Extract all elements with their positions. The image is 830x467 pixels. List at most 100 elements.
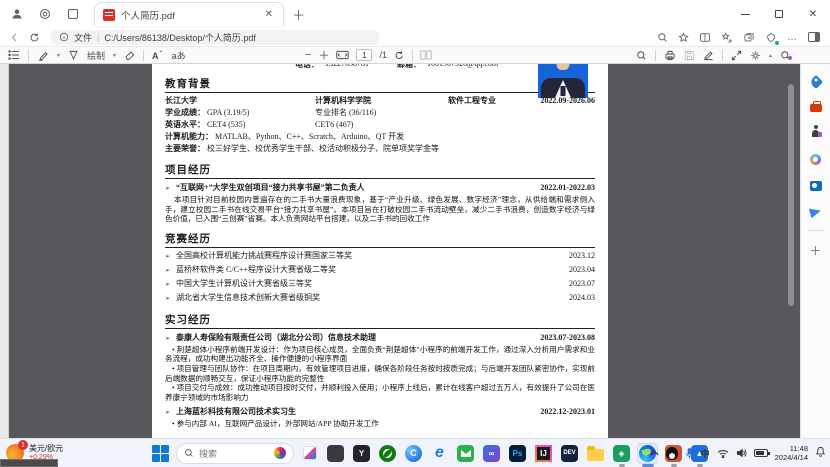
taskbar-center: 搜索 Y C e ∞ Ps IJ DEV ◈ P ▲: [150, 443, 710, 464]
zoom-out-icon[interactable]: −: [305, 49, 311, 61]
tab-actions-icon[interactable]: [62, 4, 84, 24]
taskbar-clock[interactable]: 11:48 2024/4/14: [775, 444, 808, 462]
address-scheme: 文件: [74, 31, 92, 44]
app-paint[interactable]: [299, 443, 320, 464]
shopping-tag-icon[interactable]: [808, 74, 823, 89]
section-project-header: 项目经历: [165, 162, 595, 179]
draw-label[interactable]: 绘制: [87, 49, 105, 62]
sidebar-divider: [808, 230, 824, 231]
sidebar-add-icon[interactable]: ＋: [809, 242, 821, 259]
pdf-viewer-area: 电话： 13227058781 邮箱： 1001907520@qq.com 教育…: [0, 64, 830, 438]
fit-to-width-icon[interactable]: [336, 50, 349, 60]
zoom-in-icon[interactable]: ＋: [318, 47, 329, 63]
app-photoshop[interactable]: Ps: [507, 443, 528, 464]
tab-close-icon[interactable]: ✕: [263, 9, 275, 20]
tab-resume-pdf[interactable]: 个人简历.pdf ✕: [94, 2, 284, 26]
microphone-icon[interactable]: [685, 448, 694, 459]
app-seewo[interactable]: ◈: [611, 443, 632, 464]
zoom-indicator-icon[interactable]: [657, 32, 668, 43]
profile-icon[interactable]: [6, 4, 28, 24]
job-bullet: 参与内部 AI，互联网产品设计，外部网站/APP 协助开发工作: [165, 419, 595, 429]
close-button[interactable]: ✕: [796, 0, 830, 28]
draw-icon[interactable]: [68, 50, 79, 61]
back-icon[interactable]: [9, 32, 20, 43]
pdf-scrollbar[interactable]: [788, 84, 794, 306]
maximize-button[interactable]: [762, 0, 796, 28]
favorites-bar-icon[interactable]: [721, 32, 733, 43]
taskbar-search[interactable]: 搜索: [176, 443, 294, 464]
split-screen-icon[interactable]: [699, 32, 711, 43]
collections-icon[interactable]: [743, 32, 755, 43]
search-placeholder: 搜索: [199, 447, 269, 460]
toc-icon[interactable]: [8, 50, 20, 60]
search-document-icon[interactable]: [636, 50, 647, 61]
app-file-explorer[interactable]: [585, 443, 606, 464]
app-xbox[interactable]: [377, 443, 398, 464]
translate-icon[interactable]: aあ: [172, 49, 186, 62]
save-icon[interactable]: [684, 50, 695, 61]
qq-icon[interactable]: [666, 447, 678, 460]
competition-row: 中国大学生计算机设计大赛 省级三等奖 2023.07: [165, 277, 595, 291]
favorite-star-icon[interactable]: [678, 32, 689, 43]
minimize-button[interactable]: [728, 0, 762, 28]
hide-toolbar-icon[interactable]: ▴: [769, 52, 772, 59]
app-dev-cpp[interactable]: DEV: [559, 443, 580, 464]
honors-value: 校三好学生、校优秀学生干部、校活动积极分子、院单项奖学金等: [207, 144, 439, 153]
widget-tooltip: [0, 459, 58, 467]
copilot-sidebar-icon[interactable]: [808, 32, 820, 42]
app-copilot[interactable]: C: [403, 443, 424, 464]
job-row: 上海蓝衫科技有限公司 技术实习生 2022.12-2023.01: [165, 405, 595, 419]
volume-icon[interactable]: [736, 448, 747, 458]
rotate-icon[interactable]: [394, 50, 405, 61]
phone-label: 电话：: [295, 64, 319, 69]
search-highlight-icon: [274, 447, 286, 459]
email-value: 1001907520@qq.com: [427, 64, 498, 69]
copilot-search-icon[interactable]: [780, 50, 792, 61]
print-icon[interactable]: [664, 50, 676, 61]
app-internet-explorer[interactable]: e: [429, 443, 450, 464]
pdf-settings-icon[interactable]: [750, 50, 761, 61]
address-input[interactable]: 文件 | C:/Users/86138/Desktop/个人简历.pdf: [50, 30, 380, 45]
ime-indicator[interactable]: 中: [701, 447, 710, 460]
project-period: 2022.01-2022.03: [540, 181, 595, 194]
tools-icon[interactable]: [808, 100, 823, 115]
app-dark-window[interactable]: [325, 443, 346, 464]
designer-icon[interactable]: [808, 152, 823, 167]
read-aloud-icon[interactable]: A⌃: [152, 50, 164, 61]
page-view-icon[interactable]: [420, 50, 432, 60]
edit-icon[interactable]: [703, 50, 714, 61]
tab-title: 个人简历.pdf: [121, 8, 257, 22]
start-button[interactable]: [150, 443, 171, 464]
edu-college: 计算机科学学院: [315, 95, 371, 107]
draw-dropdown-icon[interactable]: ▾: [113, 52, 116, 59]
notifications-icon[interactable]: [815, 446, 826, 460]
hidden-icons-chevron[interactable]: [650, 450, 659, 456]
rank-value: 专业排名 (36/116): [315, 107, 376, 119]
system-tray: 中 11:48 2024/4/14: [650, 444, 826, 462]
app-mail[interactable]: [455, 443, 476, 464]
games-icon[interactable]: [808, 126, 823, 141]
refresh-icon[interactable]: [29, 32, 40, 43]
highlighter-dropdown-icon[interactable]: ▾: [57, 52, 60, 59]
page-number-input[interactable]: 1: [356, 49, 372, 61]
edu-school: 长江大学: [165, 96, 197, 105]
fullscreen-icon[interactable]: [731, 50, 742, 61]
workspaces-icon[interactable]: [34, 4, 56, 24]
more-options-icon[interactable]: …: [787, 32, 798, 43]
competition-row: 蓝桥杯软件类 C/C++程序设计大赛 省级二等奖 2023.04: [165, 263, 595, 277]
drop-icon[interactable]: [808, 204, 823, 219]
highlighter-icon[interactable]: [37, 50, 49, 61]
browser-essentials-icon[interactable]: [765, 32, 777, 43]
windows-taskbar: 1 美元/欧元 +0.29% 搜索 Y C e ∞: [0, 438, 830, 467]
eraser-icon[interactable]: [124, 50, 135, 61]
app-intellij[interactable]: IJ: [533, 443, 554, 464]
widget-title: 美元/欧元: [29, 444, 63, 453]
battery-icon[interactable]: [754, 449, 768, 457]
page-info-icon[interactable]: [59, 32, 69, 42]
app-game-launcher[interactable]: Y: [351, 443, 372, 464]
wifi-icon[interactable]: [717, 449, 729, 458]
pdf-toolbar: ▾ 绘制 ▾ A⌃ aあ − ＋ 1 /1: [0, 47, 830, 64]
outlook-icon[interactable]: [808, 178, 823, 193]
new-tab-button[interactable]: ＋: [292, 5, 305, 24]
app-visual-studio[interactable]: ∞: [481, 443, 502, 464]
